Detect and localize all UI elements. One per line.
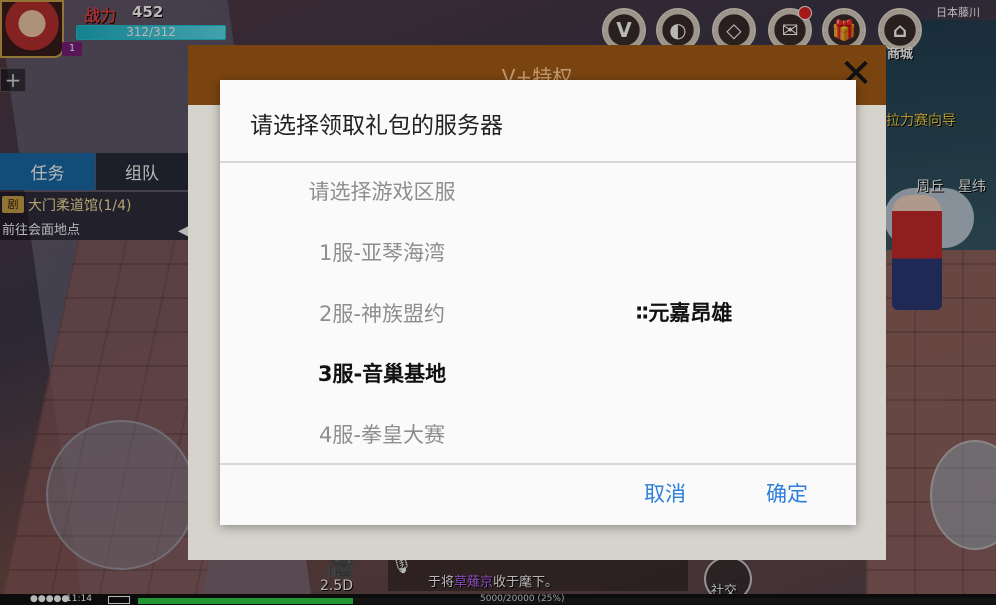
server-select-dialog: 请选择领取礼包的服务器 请选择游戏区服 1服-亚琴海湾 2服-神族盟约 3服-音巢基… xyxy=(220,80,856,525)
server-option[interactable]: 4服-拳皇大赛 xyxy=(292,419,472,449)
cancel-button[interactable]: 取消 xyxy=(644,478,686,508)
divider xyxy=(220,463,856,465)
server-option[interactable]: 3服-音巢基地 xyxy=(292,358,472,388)
confirm-button[interactable]: 确定 xyxy=(766,478,808,508)
server-option[interactable]: 1服-亚琴海湾 xyxy=(292,237,472,267)
divider xyxy=(220,161,856,163)
server-picker-placeholder[interactable]: 请选择游戏区服 xyxy=(292,176,472,206)
server-option[interactable]: 2服-神族盟约 xyxy=(292,298,472,328)
dialog-title: 请选择领取礼包的服务器 xyxy=(250,113,503,139)
role-name: ∶∶元嘉昂雄 xyxy=(636,301,733,325)
